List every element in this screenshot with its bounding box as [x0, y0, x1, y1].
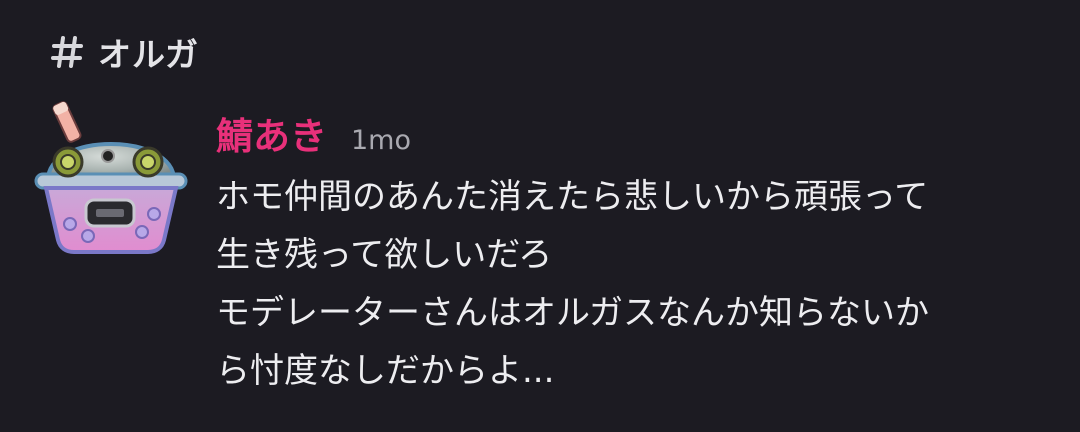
channel-name: オルガ	[98, 35, 200, 74]
message-line: ら忖度なしだからよ...	[216, 351, 555, 391]
channel-header[interactable]: オルガ	[50, 28, 199, 76]
hash-icon	[50, 35, 84, 69]
bubble-tea-robot-avatar	[34, 101, 188, 254]
message-line: ホモ仲間のあんた消えたら悲しいから頑張って	[216, 177, 929, 217]
message-item[interactable]: 鯖あき 1mo ホモ仲間のあんた消えたら悲しいから頑張って 生き残って欲しいだろ…	[30, 96, 1050, 400]
message-line: モデレーターさんはオルガスなんか知らないか	[216, 293, 929, 333]
message-header: 鯖あき 1mo	[216, 106, 1050, 164]
message-body: 鯖あき 1mo ホモ仲間のあんた消えたら悲しいから頑張って 生き残って欲しいだろ…	[216, 96, 1050, 400]
message-line: 生き残って欲しいだろ	[216, 235, 553, 275]
message-timestamp[interactable]: 1mo	[351, 125, 411, 156]
message-content: ホモ仲間のあんた消えたら悲しいから頑張って 生き残って欲しいだろ モデレーターさ…	[216, 168, 1050, 400]
avatar[interactable]	[30, 96, 192, 258]
author-name[interactable]: 鯖あき	[216, 106, 327, 160]
